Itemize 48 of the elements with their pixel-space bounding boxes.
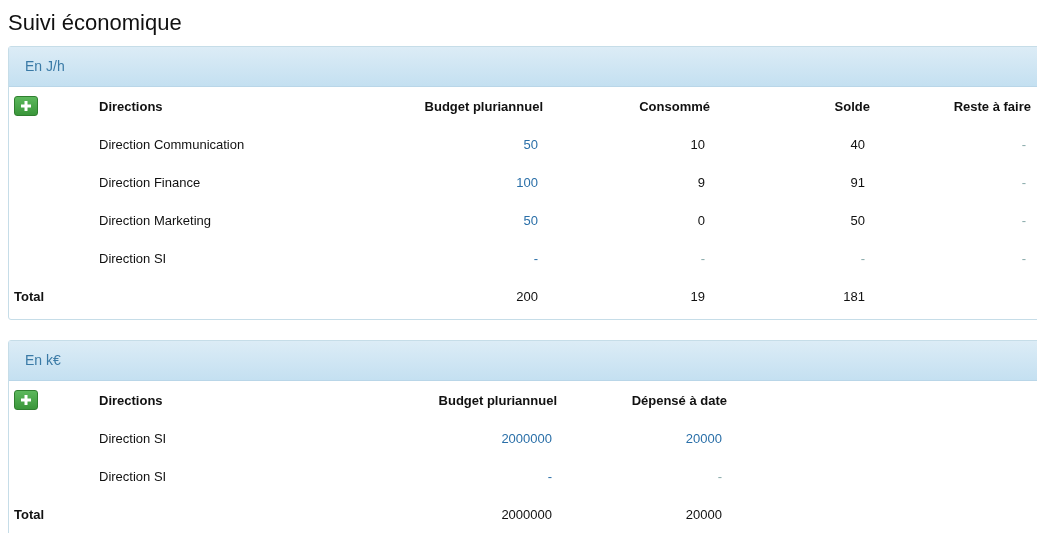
column-header: Directions	[99, 98, 163, 114]
value-link[interactable]: 50	[523, 212, 538, 228]
total-value: 20000	[685, 506, 722, 522]
page-title: Suivi économique	[7, 9, 183, 37]
column-header: Dépensé à date	[631, 392, 727, 408]
total-label: Total	[14, 288, 45, 304]
add-button[interactable]	[14, 390, 38, 410]
table-cell: 91	[850, 174, 865, 190]
column-header: Consommé	[639, 98, 710, 114]
column-header: Solde	[834, 98, 870, 114]
empty-value: -	[700, 250, 705, 266]
table-cell: 10	[690, 136, 705, 152]
empty-value: -	[860, 250, 865, 266]
empty-value: -	[1021, 174, 1026, 190]
add-button[interactable]	[14, 96, 38, 116]
value-link[interactable]: 2000000	[501, 430, 552, 446]
direction-name: Direction Finance	[99, 174, 201, 190]
value-link[interactable]: 50	[523, 136, 538, 152]
column-header: Budget pluriannuel	[424, 98, 543, 114]
total-value: 2000000	[501, 506, 552, 522]
column-header: Directions	[99, 392, 163, 408]
empty-value: -	[1021, 136, 1026, 152]
direction-name: Direction Marketing	[99, 212, 211, 228]
total-label: Total	[14, 506, 45, 522]
total-value: 181	[843, 288, 865, 304]
direction-name: Direction SI	[99, 468, 167, 484]
panel-header: En J/h	[9, 47, 1037, 87]
empty-value: -	[717, 468, 722, 484]
table-cell: 40	[850, 136, 865, 152]
panel-header: En k€	[9, 341, 1037, 381]
table-cell: 0	[697, 212, 705, 228]
direction-name: Direction Communication	[99, 136, 245, 152]
plus-icon	[21, 101, 31, 111]
table-cell: 50	[850, 212, 865, 228]
value-link[interactable]: 20000	[685, 430, 722, 446]
value-link[interactable]: -	[533, 250, 538, 266]
value-link[interactable]: 100	[516, 174, 538, 190]
column-header: Budget pluriannuel	[438, 392, 557, 408]
table-cell: 9	[697, 174, 705, 190]
total-value: 19	[690, 288, 705, 304]
direction-name: Direction SI	[99, 430, 167, 446]
total-value: 200	[516, 288, 538, 304]
value-link[interactable]: -	[547, 468, 552, 484]
direction-name: Direction SI	[99, 250, 167, 266]
empty-value: -	[1021, 250, 1026, 266]
empty-value: -	[1021, 212, 1026, 228]
plus-icon	[21, 395, 31, 405]
column-header: Reste à faire	[953, 98, 1031, 114]
